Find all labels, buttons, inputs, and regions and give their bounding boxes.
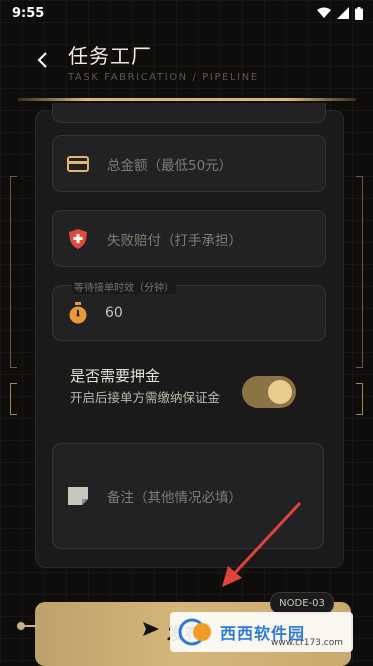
failure-compensation-placeholder: 失败赔付（打手承担） [107, 232, 242, 249]
node-dot [17, 622, 25, 630]
decor-bracket-right-lower [356, 383, 363, 415]
node-tag: NODE-03 [270, 592, 334, 614]
page-subtitle: TASK FABRICATION / PIPELINE [68, 72, 259, 83]
wait-time-label: 等待接单时效（分钟） [72, 279, 176, 294]
note-icon [67, 485, 89, 507]
wait-time-value: 60 [105, 305, 123, 321]
total-amount-field[interactable]: 总金额（最低50元） [52, 135, 326, 192]
page-title: 任务工厂 [68, 44, 152, 68]
decor-bracket-left [10, 176, 17, 368]
decor-bracket-left-lower [10, 383, 17, 415]
credit-card-icon [67, 153, 89, 175]
shield-plus-icon [67, 228, 89, 250]
total-amount-placeholder: 总金额（最低50元） [107, 157, 233, 174]
toggle-knob [268, 380, 292, 404]
battery-icon [355, 6, 363, 20]
decor-bracket-right [356, 176, 363, 368]
failure-compensation-field[interactable]: 失败赔付（打手承担） [52, 210, 326, 267]
field-partial-top[interactable] [52, 103, 326, 123]
node-line [25, 625, 37, 627]
send-icon [143, 622, 159, 636]
status-icons [317, 6, 363, 20]
watermark-url: www.cr173.com [270, 638, 343, 648]
watermark: 西西软件园 www.cr173.com [170, 612, 353, 652]
status-bar: 9:55 [0, 0, 373, 26]
status-time: 9:55 [12, 5, 45, 21]
wifi-icon [317, 7, 331, 18]
watermark-logo [178, 618, 211, 646]
deposit-toggle[interactable] [242, 376, 296, 408]
notes-field[interactable]: 备注（其他情况必填） [52, 443, 324, 549]
signal-icon [337, 7, 349, 19]
chevron-left-icon [37, 52, 47, 68]
stopwatch-icon [67, 302, 89, 324]
deposit-title: 是否需要押金 [70, 367, 161, 385]
back-button[interactable] [30, 48, 54, 72]
notes-placeholder: 备注（其他情况必填） [107, 490, 242, 506]
header-divider [18, 98, 356, 101]
header: 任务工厂 TASK FABRICATION / PIPELINE [0, 30, 373, 96]
deposit-description: 开启后接单方需缴纳保证金 [70, 390, 221, 405]
